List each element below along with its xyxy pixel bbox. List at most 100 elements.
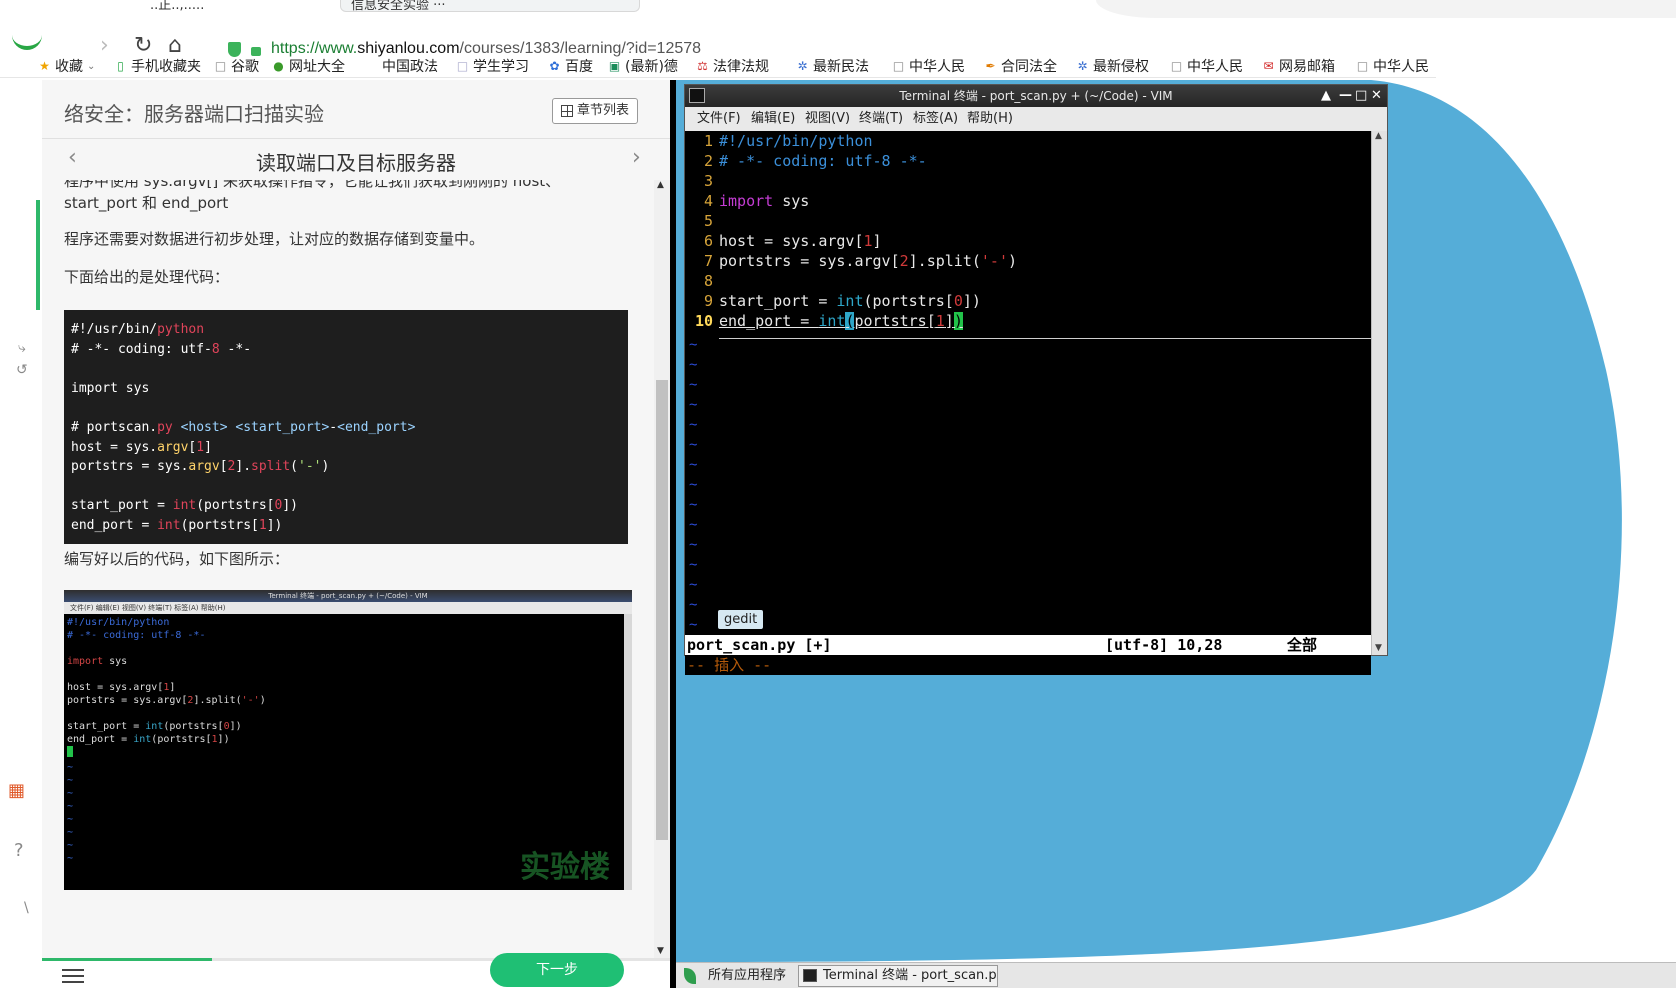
empty-line-marker: ~ <box>689 377 698 393</box>
lesson-content[interactable]: 程序中使用 sys.argv[] 来获取操作指令，它能让我们获取到刚刚的 hos… <box>42 180 654 958</box>
bookmark-item[interactable]: ✉ 网易邮箱 <box>1262 56 1335 76</box>
phone-icon: ▯ <box>117 58 124 73</box>
bookmark-favorites[interactable]: ★ 收藏 ⌄ <box>38 56 95 76</box>
vim-editor[interactable]: 1 #!/usr/bin/python 2 # -*- coding: utf-8 … <box>685 131 1371 635</box>
bookmark-item[interactable]: □ 谷歌 <box>214 56 259 76</box>
bookmark-label: 最新侵权 <box>1093 59 1149 75</box>
lesson-paragraph: 下面给出的是处理代码： <box>64 268 230 286</box>
empty-line-marker: ~ <box>689 517 698 533</box>
bookmark-item[interactable]: ✒ 合同法全 <box>984 56 1057 76</box>
bookmark-item[interactable]: 中国政法 <box>382 56 438 76</box>
law-icon: ⚖ <box>697 58 708 73</box>
editor-line: 3 <box>703 172 713 190</box>
applications-menu[interactable]: 所有应用程序 <box>684 963 786 988</box>
editor-line: 7 portstrs = sys.argv[2].split('-') <box>703 252 1018 270</box>
minimize-icon[interactable]: — <box>1339 85 1352 107</box>
star-icon: ★ <box>39 58 50 73</box>
lesson-footer: 下一步 <box>42 953 670 988</box>
bookmark-label: 网易邮箱 <box>1279 59 1335 75</box>
menu-terminal[interactable]: 终端(T) <box>859 107 903 131</box>
terminal-menubar: 文件(F) 编辑(E) 视图(V) 终端(T) 标签(A) 帮助(H) <box>685 107 1387 131</box>
bookmark-item[interactable]: ✿ 百度 <box>548 56 593 76</box>
empty-line-marker: ~ <box>689 437 698 453</box>
terminal-window[interactable]: Terminal 终端 - port_scan.py + (~/Code) - … <box>684 84 1388 675</box>
browser-tab-active[interactable]: 信息安全实验 ··· <box>340 0 640 12</box>
code-line: start_port = int(portstrs[0]) <box>71 498 298 514</box>
question-icon[interactable]: ? <box>14 840 24 861</box>
editor-line: 8 <box>703 272 713 290</box>
bookmark-item[interactable]: ⚖ 法律法规 <box>696 56 769 76</box>
bookmarks-bar: ★ 收藏 ⌄ ▯ 手机收藏夹 □ 谷歌 ● 网址大全 中国政法 □ 学生学习 ✿ 百度 ▣ (最… <box>0 54 1436 78</box>
menu-file[interactable]: 文件(F) <box>697 107 741 131</box>
bookmark-item[interactable]: □ 学生学习 <box>456 56 529 76</box>
rail-handle-icon[interactable]: \ <box>24 900 29 916</box>
close-icon[interactable]: ✕ <box>1371 85 1382 107</box>
bookmark-label: 最新民法 <box>813 59 869 75</box>
bookmark-label: 百度 <box>565 59 593 75</box>
paw-icon: ✿ <box>549 58 560 73</box>
shade-icon[interactable]: ▲ <box>1321 85 1331 107</box>
section-bar: ‹ 读取端口及目标服务器 › <box>42 138 670 178</box>
scroll-up-icon[interactable]: ▲ <box>1375 131 1382 141</box>
code-line: # -*- coding: utf-8 -*- <box>71 341 252 357</box>
gedit-desktop-icon[interactable]: gedit <box>718 610 764 629</box>
taskbar-terminal-button[interactable]: Terminal 终端 - port_scan.p··· <box>798 965 998 987</box>
code-block[interactable]: #!/usr/bin/python # -*- coding: utf-8 -*… <box>64 310 628 544</box>
globe-icon: ● <box>273 58 284 73</box>
editor-line-current: 10 end_port = int(portstrs[1]) <box>694 312 963 330</box>
lesson-paragraph: 程序中使用 sys.argv[] 来获取操作指令，它能让我们获取到刚刚的 hos… <box>64 180 561 190</box>
menu-help[interactable]: 帮助(H) <box>967 107 1013 131</box>
bookmark-item[interactable]: □ 中华人民 <box>1356 56 1429 76</box>
empty-line-marker: ~ <box>689 497 698 513</box>
editor-line: 9 start_port = int(portstrs[0]) <box>703 292 981 310</box>
rail-text-icon[interactable]: ⤷ <box>18 340 26 356</box>
cursor-line <box>719 338 1371 339</box>
thumb-scrollbar <box>624 614 632 890</box>
chapter-list-button[interactable]: 章节列表 <box>552 98 639 124</box>
bookmark-item[interactable]: □ 中华人民 <box>892 56 965 76</box>
editor-line: 4 import sys <box>703 192 810 210</box>
bookmark-label: 手机收藏夹 <box>131 59 201 75</box>
pen-icon: ✒ <box>985 58 996 73</box>
scroll-thumb[interactable] <box>656 380 668 840</box>
next-section-icon[interactable]: › <box>632 145 641 170</box>
lesson-paragraph: start_port 和 end_port <box>64 194 229 212</box>
bookmark-label: 中华人民 <box>909 59 965 75</box>
menu-view[interactable]: 视图(V) <box>805 107 850 131</box>
editor-line: 6 host = sys.argv[1] <box>703 232 882 250</box>
maximize-icon[interactable]: □ <box>1355 85 1367 107</box>
empty-line-marker: ~ <box>689 357 698 373</box>
page-icon: □ <box>892 58 905 73</box>
bookmark-item[interactable]: ✲ 最新民法 <box>796 56 869 76</box>
left-rail: ⤷ ↺ ▦ ? \ <box>0 80 42 988</box>
page-icon: □ <box>214 58 227 73</box>
scroll-down-icon[interactable]: ▼ <box>1375 643 1382 653</box>
scroll-down-icon[interactable]: ▼ <box>657 946 664 956</box>
bookmark-item[interactable]: □ 中华人民 <box>1170 56 1243 76</box>
bookmark-item[interactable]: ● 网址大全 <box>272 56 345 76</box>
empty-line-marker: ~ <box>689 617 698 633</box>
next-step-button[interactable]: 下一步 <box>490 953 624 987</box>
bookmark-label: 网址大全 <box>289 59 345 75</box>
panel-scrollbar[interactable]: ▲ ▼ <box>654 180 670 958</box>
scroll-up-icon[interactable]: ▲ <box>657 180 664 190</box>
desktop: Terminal 终端 - port_scan.py + (~/Code) - … <box>676 80 1676 988</box>
terminal-icon <box>803 969 817 982</box>
rail-text-icon[interactable]: ↺ <box>16 362 28 378</box>
bookmark-item[interactable]: ✲ 最新侵权 <box>1076 56 1149 76</box>
terminal-scrollbar[interactable]: ▲ ▼ <box>1371 131 1387 655</box>
status-position: [utf-8] 10,28 <box>1105 636 1223 654</box>
menu-edit[interactable]: 编辑(E) <box>751 107 795 131</box>
editor-line: 2 # -*- coding: utf-8 -*- <box>703 152 927 170</box>
bookmark-item[interactable]: ▣ (最新)德 <box>608 56 678 76</box>
blocks-icon[interactable]: ▦ <box>8 780 25 801</box>
feather-icon: ✲ <box>797 58 808 73</box>
bookmark-label: 合同法全 <box>1001 59 1057 75</box>
browser-tab[interactable]: ..正..,..... <box>150 0 204 12</box>
menu-tabs[interactable]: 标签(A) <box>913 107 958 131</box>
empty-line-marker: ~ <box>689 417 698 433</box>
terminal-titlebar[interactable]: Terminal 终端 - port_scan.py + (~/Code) - … <box>685 85 1387 107</box>
bookmark-item[interactable]: ▯ 手机收藏夹 <box>114 56 201 76</box>
menu-icon[interactable] <box>62 969 84 983</box>
bookmark-label: 中华人民 <box>1373 59 1429 75</box>
